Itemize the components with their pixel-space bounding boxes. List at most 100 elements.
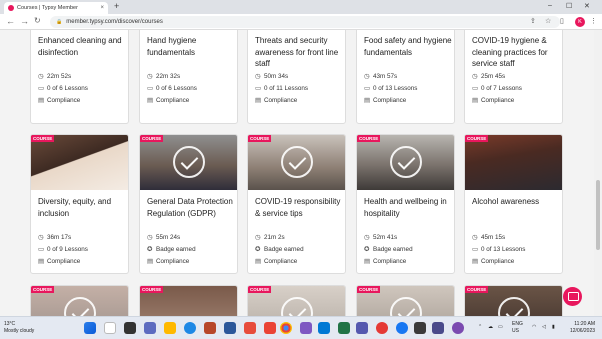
- new-tab-button[interactable]: +: [114, 1, 119, 11]
- course-title: Health and wellbeing in hospitality: [364, 197, 447, 218]
- battery-tray-icon[interactable]: ▭: [498, 324, 503, 330]
- clock-icon: ◷: [147, 73, 153, 80]
- course-card[interactable]: COURSE General Data Protection Regulatio…: [139, 134, 238, 274]
- edge-icon[interactable]: [184, 322, 196, 334]
- course-card[interactable]: Hand hygiene fundamentals ◷ 22m 32s ▭ 0 of…: [139, 30, 238, 124]
- tab-close-icon[interactable]: ×: [100, 5, 104, 11]
- teams-icon[interactable]: [144, 322, 156, 334]
- menu-icon[interactable]: ⋮: [590, 17, 597, 25]
- reload-icon[interactable]: ↻: [34, 16, 41, 25]
- minimize-icon[interactable]: –: [548, 2, 552, 9]
- store-icon[interactable]: [414, 322, 426, 334]
- course-duration: ◷ 43m 57s: [364, 73, 398, 80]
- course-category: ▤ Compliance: [38, 258, 81, 265]
- file-explorer-icon[interactable]: [164, 322, 176, 334]
- browser-tab[interactable]: Courses | Typsy Member ×: [4, 2, 108, 14]
- course-card[interactable]: COURSE: [464, 285, 563, 316]
- search-icon[interactable]: [104, 322, 116, 334]
- course-duration: ◷ 50m 34s: [255, 73, 289, 80]
- language-indicator[interactable]: ENG US: [512, 321, 523, 335]
- acrobat-icon[interactable]: [244, 322, 256, 334]
- calendar-icon: ▭: [38, 246, 44, 253]
- course-badge: COURSE: [465, 135, 489, 142]
- scrollbar-thumb[interactable]: [596, 180, 600, 250]
- course-category: ▤ Compliance: [255, 97, 298, 104]
- excel-icon[interactable]: [338, 322, 350, 334]
- outlook-icon[interactable]: [318, 322, 330, 334]
- calendar-icon: ▭: [147, 85, 153, 92]
- course-progress: ▭ 0 of 6 Lessons: [38, 85, 88, 92]
- network-tray-icon[interactable]: ☁: [488, 324, 493, 330]
- calendar-icon: ▭: [472, 246, 478, 253]
- battery-icon[interactable]: ▮: [552, 324, 555, 330]
- course-card[interactable]: COURSE Diversity, equity, and inclusion …: [30, 134, 129, 274]
- start-icon[interactable]: [84, 322, 96, 334]
- app-circle-icon[interactable]: [452, 322, 464, 334]
- course-badge: COURSE: [140, 286, 164, 293]
- weather-widget[interactable]: 13°C Mostly cloudy: [4, 321, 34, 335]
- course-card[interactable]: COURSE Health and wellbeing in hospitali…: [356, 134, 455, 274]
- share-icon[interactable]: ⇪: [530, 17, 536, 25]
- app-icon[interactable]: [300, 322, 312, 334]
- teams-chat-icon[interactable]: [356, 322, 368, 334]
- course-badge: COURSE: [465, 286, 489, 293]
- tab-title: Courses | Typsy Member: [17, 5, 78, 11]
- course-title: General Data Protection Regulation (GDPR…: [147, 197, 233, 218]
- clock-icon: ◷: [472, 234, 478, 241]
- typsy-favicon-icon: [8, 5, 14, 11]
- back-arrow-icon[interactable]: ←: [6, 16, 15, 26]
- address-bar[interactable]: 🔒 member.typsy.com/discover/courses: [50, 16, 560, 28]
- course-title: COVID-19 responsibility & service tips: [255, 197, 341, 218]
- course-progress: ✪ Badge earned: [364, 246, 413, 253]
- course-card[interactable]: COURSE: [247, 285, 346, 316]
- course-card[interactable]: COURSE: [139, 285, 238, 316]
- opera-icon[interactable]: [376, 322, 388, 334]
- close-window-icon[interactable]: ✕: [584, 2, 590, 10]
- clipboard-icon: ▤: [38, 258, 44, 265]
- course-badge: COURSE: [31, 135, 55, 142]
- url-text: member.typsy.com/discover/courses: [66, 19, 163, 25]
- task-view-icon[interactable]: [124, 322, 136, 334]
- profile-avatar[interactable]: K: [575, 17, 585, 27]
- course-badge: COURSE: [140, 135, 164, 142]
- badge-icon: ✪: [364, 246, 370, 253]
- course-title: Threats and security awareness for front…: [255, 36, 339, 68]
- forward-arrow-icon[interactable]: →: [20, 16, 29, 26]
- course-card[interactable]: COURSE: [356, 285, 455, 316]
- course-duration: ◷ 55m 24s: [147, 234, 181, 241]
- page-scrollbar[interactable]: [594, 30, 602, 316]
- course-card[interactable]: COURSE: [30, 285, 129, 316]
- course-category: ▤ Compliance: [364, 258, 407, 265]
- volume-icon[interactable]: ◁: [542, 324, 546, 330]
- weather-temp: 13°C: [4, 321, 16, 327]
- photos-icon[interactable]: [264, 322, 276, 334]
- maximize-icon[interactable]: ☐: [566, 2, 572, 10]
- bookmark-star-icon[interactable]: ☆: [545, 17, 551, 25]
- wifi-icon[interactable]: ◠: [532, 324, 536, 330]
- course-card[interactable]: Threats and security awareness for front…: [247, 30, 346, 124]
- sidebar-icon[interactable]: ▯: [560, 17, 564, 25]
- calendar-icon: ▭: [364, 85, 370, 92]
- course-card[interactable]: Food safety and hygiene fundamentals ◷ 43…: [356, 30, 455, 124]
- word-icon[interactable]: [224, 322, 236, 334]
- course-card[interactable]: COURSE COVID-19 responsibility & service…: [247, 134, 346, 274]
- clock-icon: ◷: [147, 234, 153, 241]
- clipboard-icon: ▤: [255, 97, 261, 104]
- badge-icon: ✪: [255, 246, 261, 253]
- course-card[interactable]: COVID-19 hygiene & cleaning practices fo…: [464, 30, 563, 124]
- chrome-icon[interactable]: [280, 322, 292, 334]
- tray-chevron-icon[interactable]: ⌃: [478, 324, 482, 330]
- chat-support-button[interactable]: [563, 287, 582, 306]
- facebook-icon[interactable]: [396, 322, 408, 334]
- completed-check-icon: [173, 146, 205, 178]
- powerpoint-icon[interactable]: [204, 322, 216, 334]
- course-category: ▤ Compliance: [147, 258, 190, 265]
- course-category: ▤ Compliance: [147, 97, 190, 104]
- system-clock[interactable]: 11:20 AM 12/06/2023: [570, 321, 595, 335]
- clock-icon: ◷: [38, 234, 44, 241]
- widget-icon[interactable]: [432, 322, 444, 334]
- windows-taskbar: 13°C Mostly cloudy ⌃ ☁ ▭ ENG US ◠ ◁ ▮ 11…: [0, 316, 602, 339]
- course-duration: ◷ 36m 17s: [38, 234, 72, 241]
- course-card[interactable]: COURSE Alcohol awareness ◷ 45m 15s ▭ 0 of …: [464, 134, 563, 274]
- course-card[interactable]: Enhanced cleaning and disinfection ◷ 22m …: [30, 30, 129, 124]
